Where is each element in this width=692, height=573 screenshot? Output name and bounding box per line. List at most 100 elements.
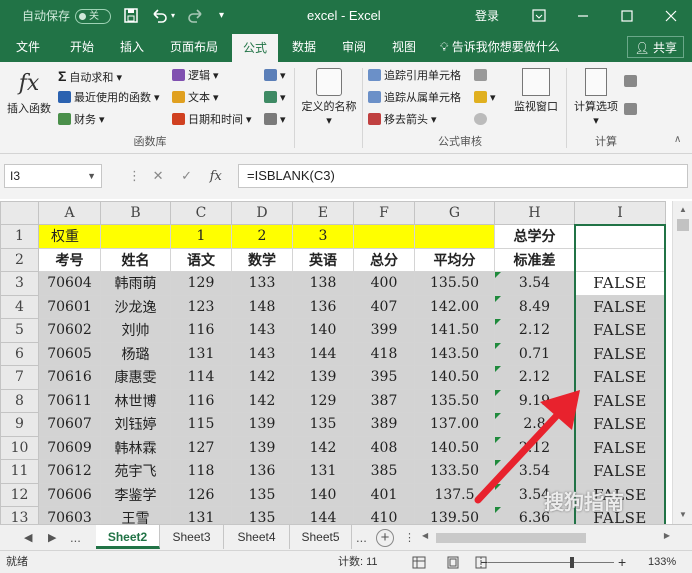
cell-c6[interactable]: 131	[170, 341, 232, 366]
cell-d10[interactable]: 139	[231, 435, 293, 460]
cell-e12[interactable]: 140	[292, 482, 354, 507]
cell-c8[interactable]: 116	[170, 388, 232, 413]
cell-c5[interactable]: 116	[170, 318, 232, 343]
datetime-button[interactable]: 日期和时间 ▾	[172, 110, 252, 130]
cell-h8[interactable]: 9.19	[494, 388, 575, 413]
cell-c12[interactable]: 126	[170, 482, 232, 507]
cell-g8[interactable]: 135.50	[414, 388, 495, 413]
next-sheet-icon[interactable]: ▶	[48, 525, 56, 551]
cell-f6[interactable]: 418	[353, 341, 415, 366]
cell-f2[interactable]: 总分	[353, 247, 415, 272]
cell-a13[interactable]: 70603	[38, 506, 101, 524]
cell-b5[interactable]: 刘帅	[100, 318, 171, 343]
insert-function-icon[interactable]: fx	[210, 169, 222, 184]
cell-a12[interactable]: 70606	[38, 482, 101, 507]
cell-i9[interactable]: FALSE	[574, 412, 666, 437]
cell-d9[interactable]: 139	[231, 412, 293, 437]
cell-i10[interactable]: FALSE	[574, 435, 666, 460]
cell-b11[interactable]: 苑宇飞	[100, 459, 171, 484]
redo-icon[interactable]	[185, 0, 205, 32]
tab-insert[interactable]: 插入	[110, 32, 154, 62]
chevron-down-icon[interactable]: ▼	[87, 165, 96, 187]
minimize-icon[interactable]	[576, 0, 590, 32]
cell-e1[interactable]: 3	[292, 224, 354, 249]
cell-c11[interactable]: 118	[170, 459, 232, 484]
row-header[interactable]: 4	[0, 294, 39, 319]
cell-e13[interactable]: 144	[292, 506, 354, 524]
cell-h10[interactable]: 2.12	[494, 435, 575, 460]
tell-me-box[interactable]: 💡︎ 告诉我你想要做什么	[440, 32, 570, 62]
column-header-h[interactable]: H	[494, 201, 575, 225]
cell-a10[interactable]: 70609	[38, 435, 101, 460]
calc-options-button[interactable]: 计算选项 ▾	[570, 68, 622, 127]
cell-e11[interactable]: 131	[292, 459, 354, 484]
logical-button[interactable]: 逻辑 ▾	[172, 66, 219, 86]
cell-b4[interactable]: 沙龙逸	[100, 294, 171, 319]
cell-e5[interactable]: 140	[292, 318, 354, 343]
error-checking-button[interactable]: ▾	[474, 88, 496, 108]
more-sheets-left[interactable]: ...	[70, 525, 81, 551]
cell-e8[interactable]: 129	[292, 388, 354, 413]
column-header-e[interactable]: E	[292, 201, 354, 225]
zoom-in-icon[interactable]: +	[618, 551, 626, 573]
cell-e3[interactable]: 138	[292, 271, 354, 296]
scroll-right-icon[interactable]: ▶	[664, 531, 670, 540]
cell-d7[interactable]: 142	[231, 365, 293, 390]
cell-b10[interactable]: 韩林霖	[100, 435, 171, 460]
cell-e9[interactable]: 135	[292, 412, 354, 437]
cell-g7[interactable]: 140.50	[414, 365, 495, 390]
cell-b6[interactable]: 杨璐	[100, 341, 171, 366]
customize-quick-access-icon[interactable]: ▾	[219, 0, 224, 32]
cell-b13[interactable]: 王雪	[100, 506, 171, 524]
cell-c13[interactable]: 131	[170, 506, 232, 524]
cell-c9[interactable]: 115	[170, 412, 232, 437]
cell-f11[interactable]: 385	[353, 459, 415, 484]
collapse-ribbon-icon[interactable]: ∧	[674, 134, 681, 145]
row-header[interactable]: 12	[0, 482, 39, 507]
undo-icon[interactable]	[150, 0, 170, 32]
cell-f12[interactable]: 401	[353, 482, 415, 507]
cell-h6[interactable]: 0.71	[494, 341, 575, 366]
cell-f7[interactable]: 395	[353, 365, 415, 390]
tab-file[interactable]: 文件	[6, 32, 50, 62]
cell-h11[interactable]: 3.54	[494, 459, 575, 484]
cell-a9[interactable]: 70607	[38, 412, 101, 437]
cell-h1[interactable]: 总学分	[494, 224, 575, 249]
cell-e10[interactable]: 142	[292, 435, 354, 460]
splitter-icon[interactable]: ⋮	[404, 525, 415, 551]
cell-f3[interactable]: 400	[353, 271, 415, 296]
cell-g10[interactable]: 140.50	[414, 435, 495, 460]
cell-h3[interactable]: 3.54	[494, 271, 575, 296]
cell-f9[interactable]: 389	[353, 412, 415, 437]
show-formulas-button[interactable]	[474, 66, 490, 86]
cell-g12[interactable]: 137.5	[414, 482, 495, 507]
cancel-icon[interactable]: ✕	[153, 168, 164, 183]
more-functions-button[interactable]: ▾	[264, 110, 286, 130]
cell-i2[interactable]	[574, 247, 666, 272]
cell-b3[interactable]: 韩雨萌	[100, 271, 171, 296]
trace-precedents-button[interactable]: 追踪引用单元格	[368, 66, 461, 86]
cell-d3[interactable]: 133	[231, 271, 293, 296]
scroll-thumb[interactable]	[677, 219, 689, 231]
maximize-icon[interactable]	[620, 0, 634, 32]
cell-h9[interactable]: 2.8	[494, 412, 575, 437]
cell-f4[interactable]: 407	[353, 294, 415, 319]
formula-input[interactable]: =ISBLANK(C3)	[238, 164, 688, 188]
calc-now-button[interactable]	[624, 72, 640, 92]
text-button[interactable]: 文本 ▾	[172, 88, 219, 108]
cell-i8[interactable]: FALSE	[574, 388, 666, 413]
name-box[interactable]: I3 ▼	[4, 164, 102, 188]
scroll-left-icon[interactable]: ◀	[422, 531, 428, 540]
cell-g1[interactable]	[414, 224, 495, 249]
enter-icon[interactable]: ✓	[181, 168, 192, 183]
insert-function-button[interactable]: fx 插入函数	[4, 68, 54, 116]
cell-b8[interactable]: 林世博	[100, 388, 171, 413]
sheet-tab-sheet3[interactable]: Sheet3	[160, 525, 224, 549]
column-header-g[interactable]: G	[414, 201, 495, 225]
cell-i3[interactable]: FALSE	[574, 271, 666, 296]
cell-g9[interactable]: 137.00	[414, 412, 495, 437]
tab-review[interactable]: 审阅	[334, 32, 374, 62]
zoom-slider-thumb[interactable]	[570, 557, 574, 568]
zoom-level[interactable]: 133%	[648, 551, 676, 573]
cell-d11[interactable]: 136	[231, 459, 293, 484]
